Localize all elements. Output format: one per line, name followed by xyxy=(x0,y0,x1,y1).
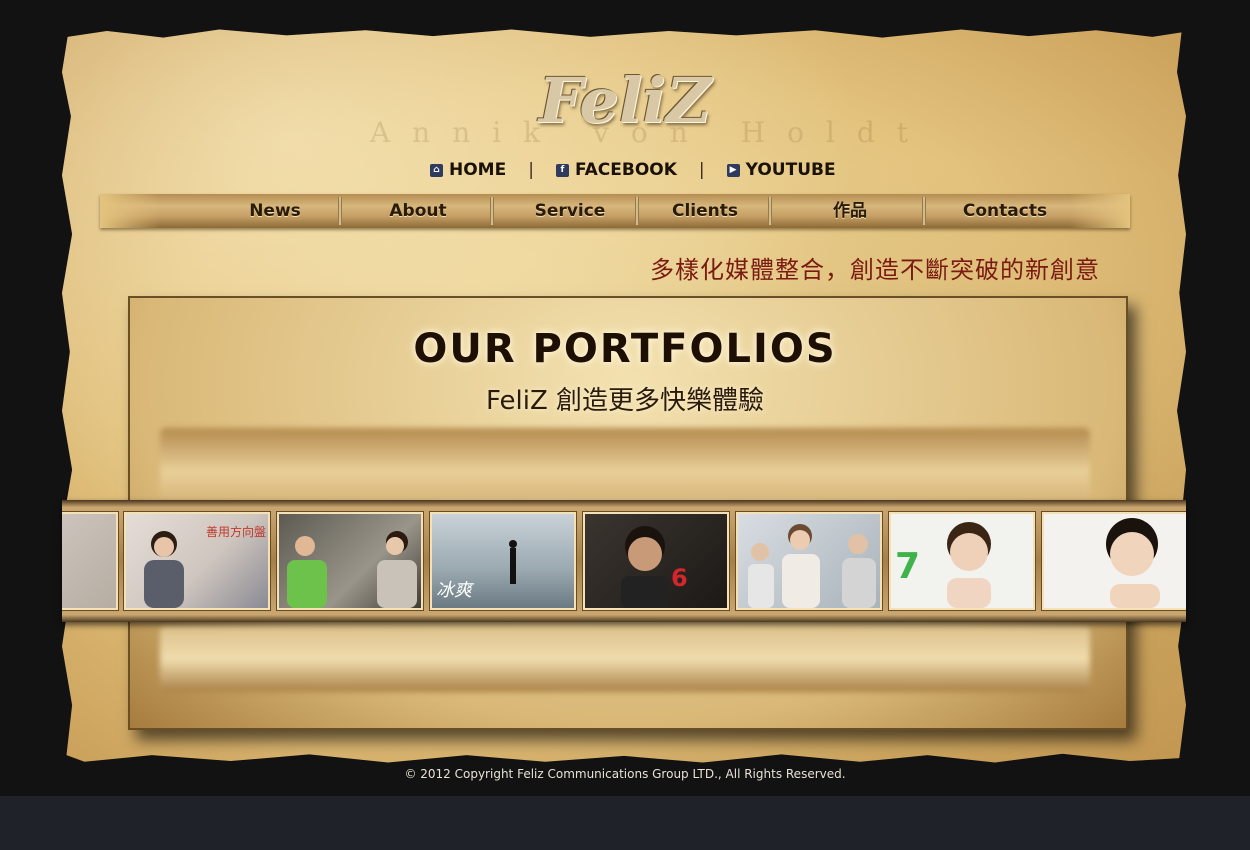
home-link-label: HOME xyxy=(449,160,507,180)
portfolio-thumbnail[interactable] xyxy=(1042,512,1186,610)
youtube-link-label: YOUTUBE xyxy=(745,160,836,180)
nav-separator: | xyxy=(698,160,705,180)
nav-item-service[interactable]: Service xyxy=(510,194,630,228)
home-link[interactable]: ⌂ HOME xyxy=(430,160,506,180)
woman-presenter-image: 善用方向盤 危險不上 xyxy=(144,524,268,608)
nav-divider xyxy=(338,197,342,225)
nav-item-clients[interactable]: Clients xyxy=(645,194,765,228)
nav-divider xyxy=(768,197,772,225)
thumbnail-caption: 6 xyxy=(671,564,688,592)
portfolio-thumbnail[interactable]: 冰爽 xyxy=(430,512,576,610)
nav-item-works[interactable]: 作品 xyxy=(790,194,910,228)
nav-item-contacts[interactable]: Contacts xyxy=(940,194,1070,228)
tagline: 多樣化媒體整合，創造不斷突破的新創意 xyxy=(650,256,1100,284)
facebook-link-label: FACEBOOK xyxy=(574,160,677,180)
top-nav: ⌂ HOME | f FACEBOOK | ▶ YOUTUBE xyxy=(430,158,836,182)
waterfall-performer-image: 冰爽 xyxy=(436,540,517,601)
portfolio-thumbnail[interactable] xyxy=(277,512,423,610)
blurred-preview-bottom xyxy=(160,626,1090,692)
women-in-car-image xyxy=(748,524,876,608)
portfolio-film-strip: 善用方向盤 危險不上 冰爽 6 xyxy=(62,500,1186,622)
nav-divider xyxy=(922,197,926,225)
youtube-link[interactable]: ▶ YOUTUBE xyxy=(726,160,836,180)
main-nav: News About Service Clients 作品 Contacts xyxy=(100,194,1130,228)
portfolio-thumbnail[interactable] xyxy=(62,512,118,610)
skincare-model-closeup-image xyxy=(1106,518,1160,608)
footer-band xyxy=(0,796,1250,850)
feliz-logo[interactable]: FeliZ xyxy=(500,56,750,146)
home-icon: ⌂ xyxy=(430,163,443,177)
nav-separator: | xyxy=(528,160,534,180)
portfolio-thumbnail[interactable] xyxy=(736,512,882,610)
main-nav-fade-right xyxy=(1070,194,1130,228)
nav-item-news[interactable]: News xyxy=(220,194,330,228)
blurred-preview-top xyxy=(160,428,1090,500)
copyright-footer: © 2012 Copyright Feliz Communications Gr… xyxy=(404,767,846,781)
nav-divider xyxy=(490,197,494,225)
nav-item-about[interactable]: About xyxy=(358,194,478,228)
portfolio-thumbnail[interactable]: 6 xyxy=(583,512,729,610)
thumbnail-caption: 冰爽 xyxy=(436,580,475,601)
youtube-icon: ▶ xyxy=(726,163,740,177)
young-man-portrait-image: 6 xyxy=(621,526,688,608)
facebook-icon: f xyxy=(555,163,569,177)
thumbnail-caption: 善用方向盤 危險不上 xyxy=(206,524,268,539)
thumbnail-caption: 7 xyxy=(895,546,920,587)
portfolio-subtitle: FeliZ 創造更多快樂體驗 xyxy=(485,386,765,416)
portfolio-thumbnail[interactable]: 善用方向盤 危險不上 xyxy=(124,512,270,610)
facebook-link[interactable]: f FACEBOOK xyxy=(555,160,677,180)
portfolio-title: OUR PORTFOLIOS xyxy=(413,326,837,372)
main-nav-fade-left xyxy=(100,194,160,228)
nav-divider xyxy=(635,197,639,225)
family-in-car-image xyxy=(287,531,417,608)
skincare-model-image: 7 xyxy=(895,522,991,608)
portfolio-thumbnail[interactable]: 7 xyxy=(889,512,1035,610)
